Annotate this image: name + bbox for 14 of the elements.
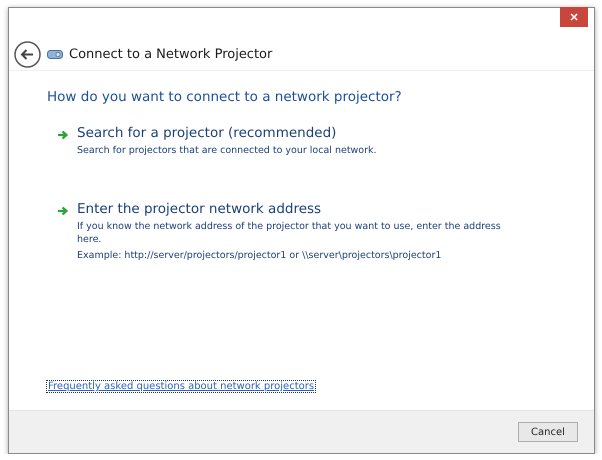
option-description: Search for projectors that are connected to your local network. (77, 144, 378, 157)
question-heading: How do you want to connect to a network projector? (47, 89, 403, 105)
back-icon[interactable] (14, 40, 41, 68)
projector-icon (47, 50, 63, 58)
cancel-button[interactable]: Cancel (518, 422, 578, 442)
arrow-icon (57, 206, 69, 216)
option-link[interactable]: Search for a projector (recommended) (77, 125, 517, 141)
faq-link[interactable]: Frequently asked questions about network projectors (46, 380, 316, 393)
option-description: Example: http://server/projectors/projector1 or \\server\projectors\projector1 (77, 249, 442, 262)
option-description: If you know the network address of the projector that you want to use, enter the address here. (77, 220, 502, 246)
window-title: Connect to a Network Projector (69, 46, 272, 62)
close-button[interactable]: ✕ (560, 7, 588, 27)
option-link[interactable]: Enter the projector network address (77, 201, 517, 217)
arrow-icon (57, 130, 69, 140)
